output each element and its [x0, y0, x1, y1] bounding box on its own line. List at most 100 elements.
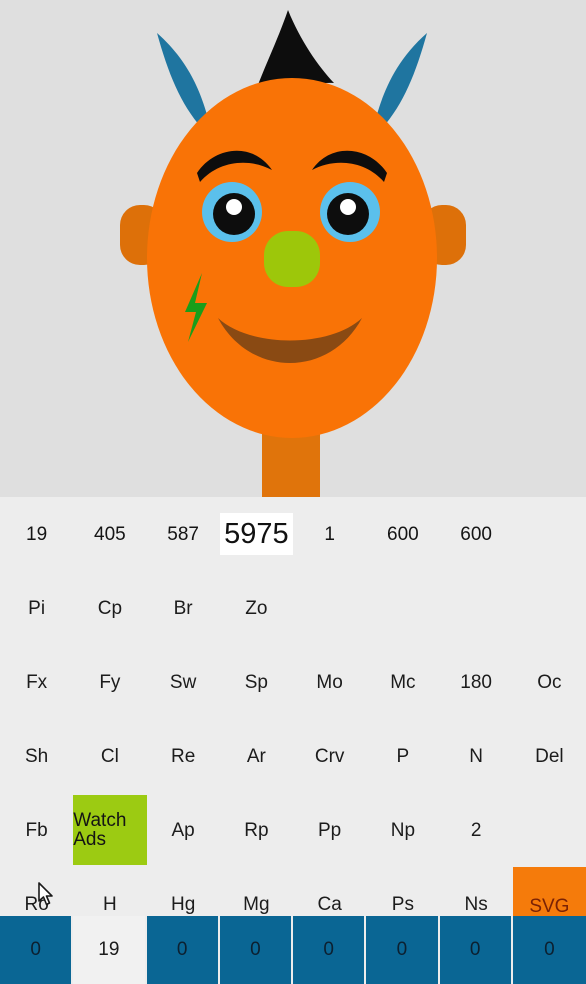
button-p[interactable]: P [366, 719, 439, 793]
value-cell-4[interactable]: 1 [293, 497, 366, 571]
button-re-label: Re [170, 745, 196, 767]
button-sp-label: Sp [244, 671, 268, 693]
row-primitives-spacer-7 [513, 571, 586, 645]
button-ap[interactable]: Ap [147, 793, 220, 867]
value-cell-0[interactable]: 19 [0, 497, 73, 571]
button-rp[interactable]: Rp [220, 793, 293, 867]
status-text-1: 19 [98, 939, 120, 960]
button-ca-label: Ca [317, 893, 342, 915]
button-mc[interactable]: Mc [366, 645, 439, 719]
value-cell-2[interactable]: 587 [147, 497, 220, 571]
button-ar[interactable]: Ar [220, 719, 293, 793]
value-cell-6[interactable]: 600 [440, 497, 513, 571]
watch-ads-label: Watch Ads [73, 810, 127, 850]
active-value-text: 5975 [224, 517, 289, 550]
svg-export-label: SVG [529, 895, 570, 917]
button-oc[interactable]: Oc [513, 645, 586, 719]
status-text-6: 0 [469, 939, 481, 960]
value-text-6: 600 [460, 523, 492, 545]
button-zo-label: Zo [245, 597, 268, 619]
status-cell-6[interactable]: 0 [439, 916, 513, 984]
button-2-label: 2 [470, 819, 482, 841]
row-actions: Fb Watch Ads Ap Rp Pp Np 2 [0, 793, 586, 867]
status-cell-2[interactable]: 0 [146, 916, 220, 984]
button-hg-label: Hg [170, 893, 196, 915]
button-fy[interactable]: Fy [73, 645, 146, 719]
value-cell-7 [513, 497, 586, 571]
button-ar-label: Ar [246, 745, 266, 767]
status-counters-bar: 0 19 0 0 0 0 0 0 [0, 916, 586, 984]
face-drawing-canvas[interactable] [0, 0, 586, 497]
row-primitives: Pi Cp Br Zo [0, 571, 586, 645]
button-cl-label: Cl [100, 745, 119, 767]
button-cp-label: Cp [97, 597, 123, 619]
button-cp[interactable]: Cp [73, 571, 146, 645]
status-cell-3[interactable]: 0 [219, 916, 293, 984]
button-n[interactable]: N [440, 719, 513, 793]
button-pi[interactable]: Pi [0, 571, 73, 645]
nose-shape [264, 231, 320, 287]
face-artwork [120, 10, 466, 497]
button-crv[interactable]: Crv [293, 719, 366, 793]
button-oc-label: Oc [537, 671, 562, 693]
button-del-label: Del [535, 745, 564, 767]
status-text-4: 0 [323, 939, 334, 960]
button-mo-label: Mo [316, 671, 343, 693]
watch-ads-button-fill[interactable]: Watch Ads [73, 795, 147, 865]
value-cell-1[interactable]: 405 [73, 497, 146, 571]
status-text-3: 0 [250, 939, 261, 960]
button-fb[interactable]: Fb [0, 793, 73, 867]
button-p-label: P [396, 745, 410, 767]
status-cell-7[interactable]: 0 [512, 916, 586, 984]
status-cell-0[interactable]: 0 [0, 916, 74, 984]
app-root: 19 405 587 5975 1 600 600 Pi Cp Br Zo Fx… [0, 0, 586, 984]
value-cell-5[interactable]: 600 [366, 497, 439, 571]
button-zo[interactable]: Zo [220, 571, 293, 645]
button-sh[interactable]: Sh [0, 719, 73, 793]
button-fx-label: Fx [26, 671, 48, 693]
button-ps-label: Ps [391, 893, 414, 915]
watch-ads-button[interactable]: Watch Ads [73, 793, 147, 867]
button-rp-label: Rp [244, 819, 269, 841]
status-text-7: 0 [544, 939, 555, 960]
value-text-0: 19 [26, 523, 48, 545]
button-ro-label: Ro [24, 893, 49, 915]
button-re[interactable]: Re [147, 719, 220, 793]
button-ns-label: Ns [464, 893, 488, 915]
row-shapes: Sh Cl Re Ar Crv P N Del [0, 719, 586, 793]
right-eye-highlight [340, 199, 356, 215]
button-180[interactable]: 180 [440, 645, 513, 719]
parameter-values-row: 19 405 587 5975 1 600 600 [0, 497, 586, 571]
button-fy-label: Fy [99, 671, 121, 693]
status-cell-5[interactable]: 0 [366, 916, 440, 984]
active-value-input[interactable]: 5975 [219, 513, 293, 555]
row-primitives-spacer-4 [293, 571, 366, 645]
left-eye-highlight [226, 199, 242, 215]
button-2[interactable]: 2 [440, 793, 513, 867]
button-br-label: Br [173, 597, 193, 619]
status-text-2: 0 [176, 939, 188, 960]
status-text-0: 0 [30, 939, 41, 960]
status-cell-1[interactable]: 19 [73, 916, 147, 984]
status-cell-4[interactable]: 0 [293, 916, 367, 984]
button-np[interactable]: Np [366, 793, 439, 867]
button-cl[interactable]: Cl [73, 719, 146, 793]
button-sw-label: Sw [169, 671, 197, 693]
value-text-5: 600 [387, 523, 419, 545]
value-cell-3[interactable]: 5975 [219, 497, 293, 571]
value-text-2: 587 [167, 523, 199, 545]
button-mo[interactable]: Mo [293, 645, 366, 719]
row-transform: Fx Fy Sw Sp Mo Mc 180 Oc [0, 645, 586, 719]
button-sw[interactable]: Sw [147, 645, 220, 719]
button-pi-label: Pi [28, 597, 46, 619]
button-sp[interactable]: Sp [220, 645, 293, 719]
button-del[interactable]: Del [513, 719, 586, 793]
status-text-5: 0 [396, 939, 408, 960]
button-mc-label: Mc [390, 671, 416, 693]
button-pp[interactable]: Pp [293, 793, 366, 867]
button-mg-label: Mg [243, 893, 270, 915]
button-br[interactable]: Br [147, 571, 220, 645]
control-panel: 19 405 587 5975 1 600 600 Pi Cp Br Zo Fx… [0, 497, 586, 984]
row-actions-spacer-7 [513, 793, 586, 867]
button-fx[interactable]: Fx [0, 645, 73, 719]
